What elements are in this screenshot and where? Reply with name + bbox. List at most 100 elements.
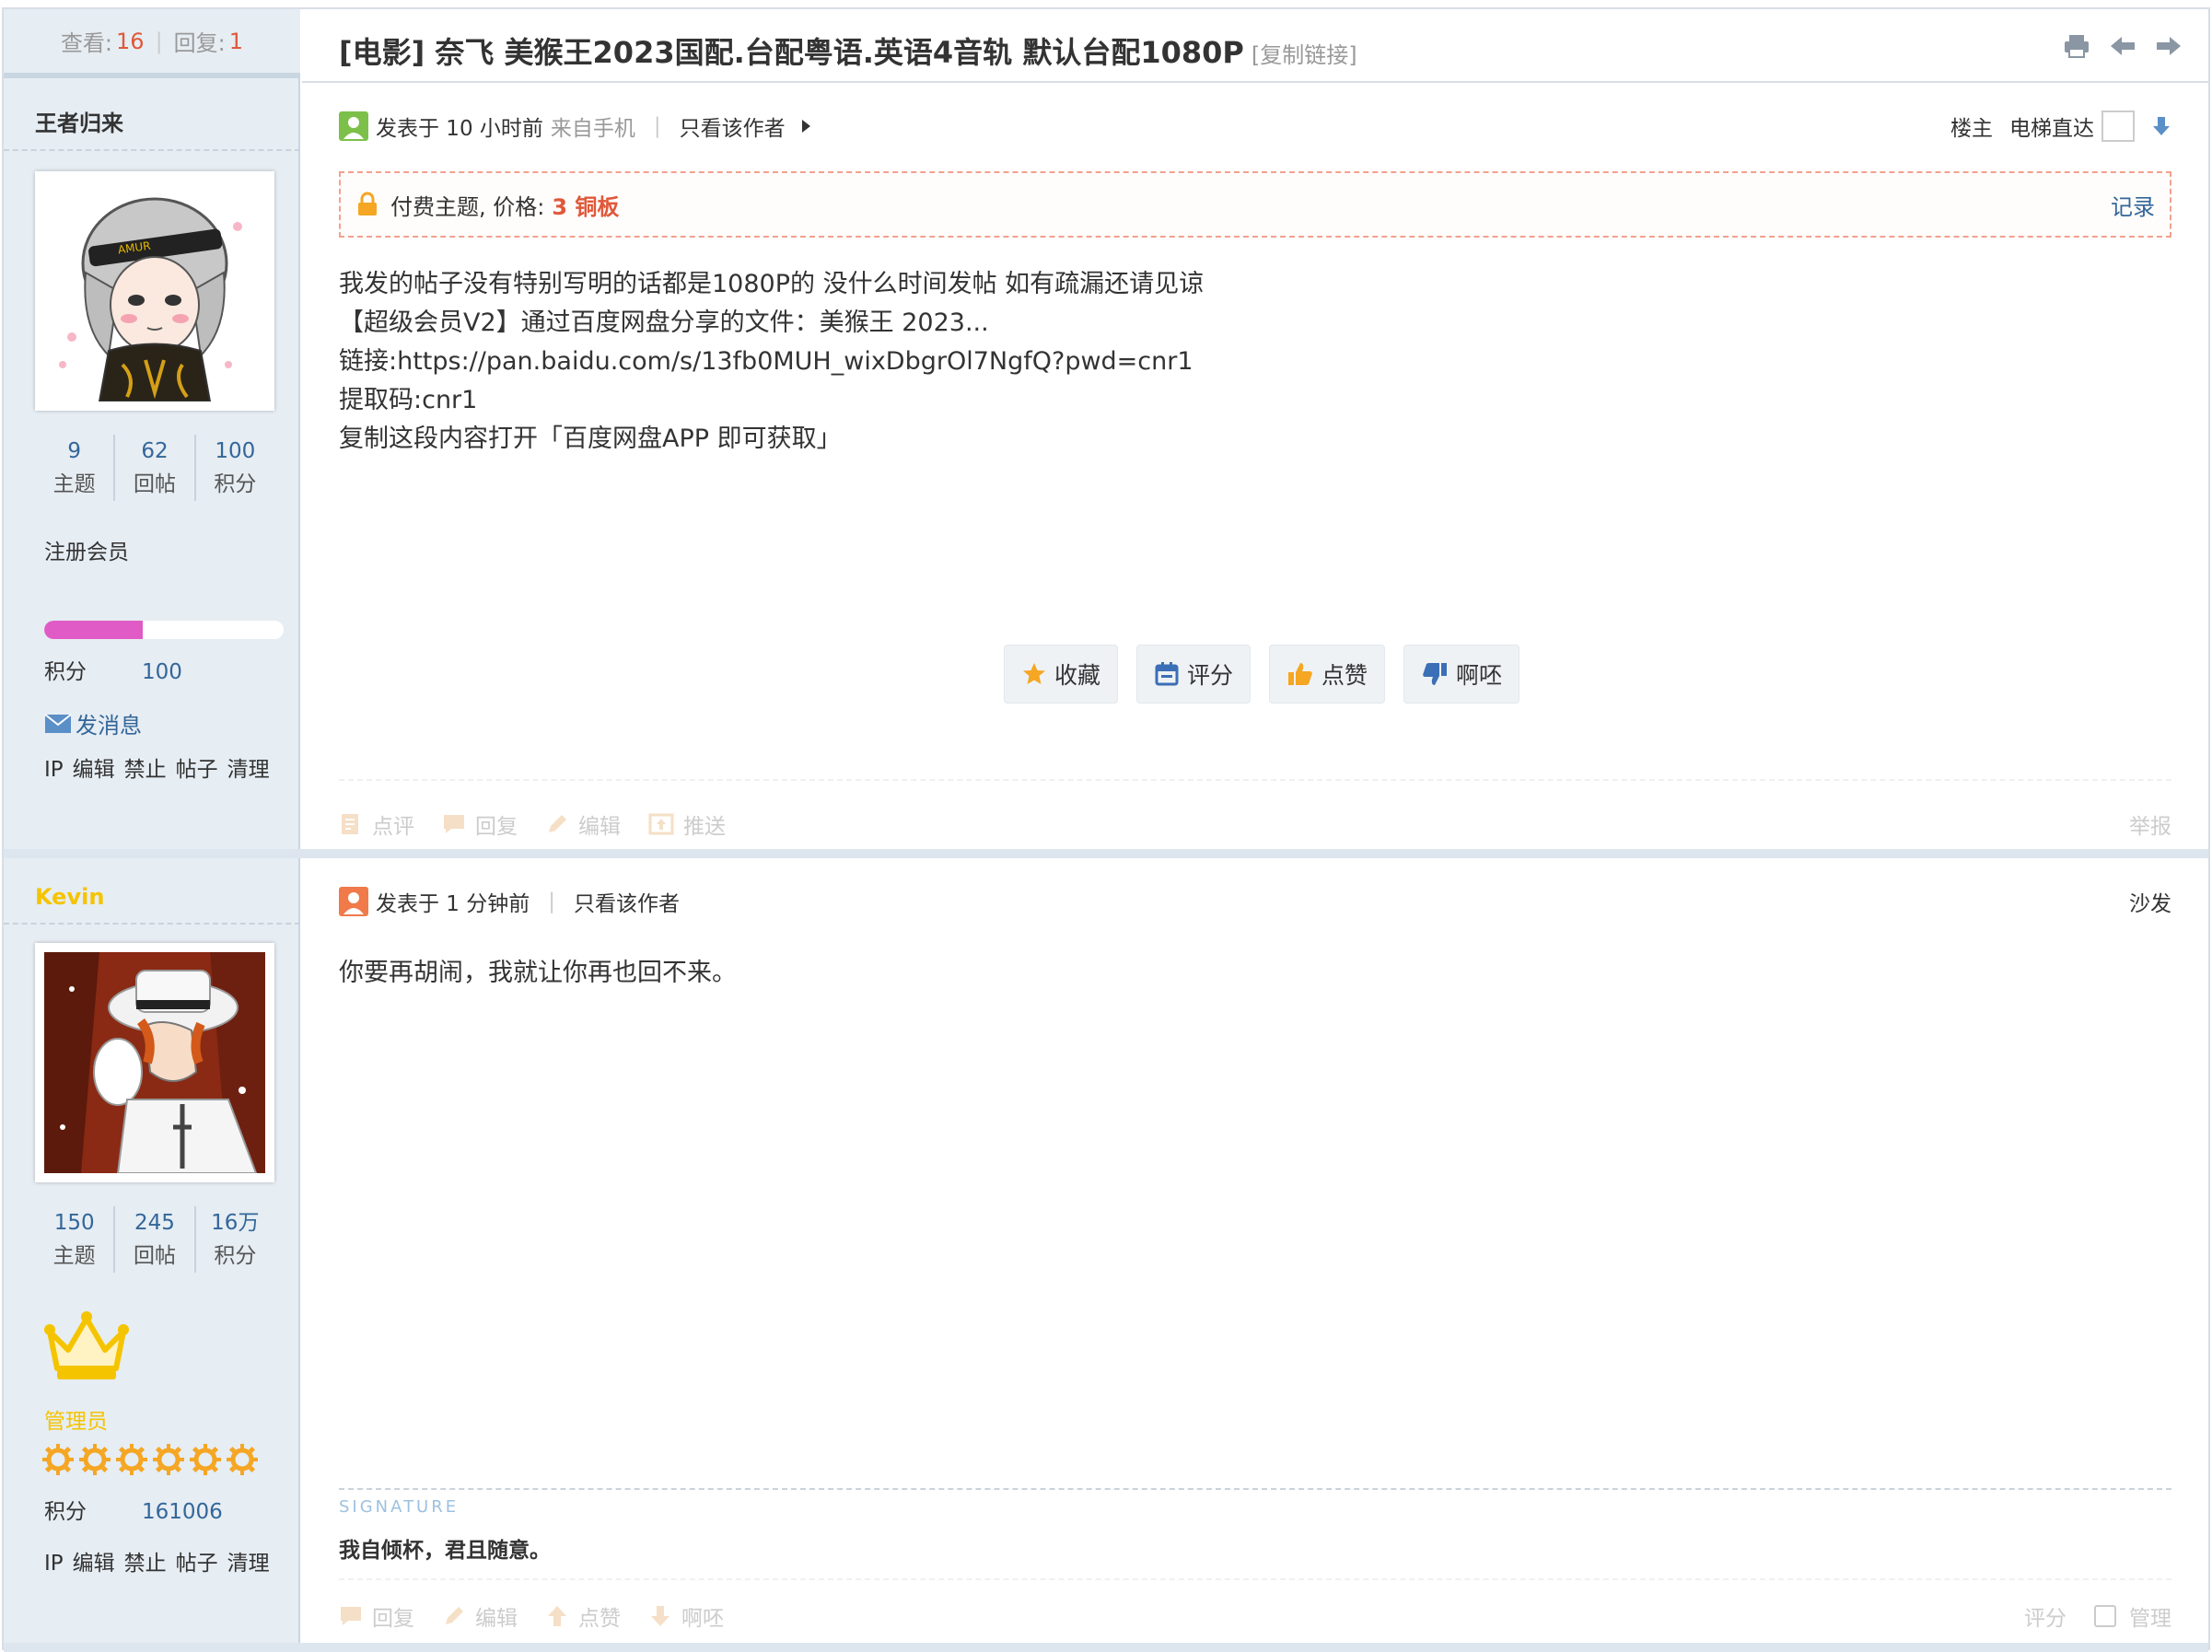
- caret-right-icon[interactable]: [797, 117, 815, 135]
- envelope-icon: [44, 713, 72, 733]
- edit-button[interactable]: 编辑: [442, 1600, 518, 1632]
- post-content-2: 你要再胡闹，我就让你再也回不来。: [339, 954, 2171, 993]
- admin-ip-link[interactable]: IP: [44, 1552, 64, 1576]
- pencil-icon: [446, 1607, 463, 1624]
- stat-value: 100: [215, 439, 256, 463]
- reply-label: 回复: [372, 1607, 414, 1631]
- purchase-record-link[interactable]: 记录: [2111, 189, 2155, 221]
- author-name-1[interactable]: 王者归来: [35, 105, 123, 137]
- arrow-down-icon: [651, 1606, 669, 1626]
- floor-label[interactable]: 沙发: [2129, 886, 2171, 917]
- calendar-icon: [1155, 662, 1179, 686]
- stat-threads[interactable]: 150 主题: [35, 1206, 116, 1273]
- stats-divider: |: [155, 28, 163, 54]
- admin-edit-link[interactable]: 编辑: [73, 758, 115, 782]
- stat-posts[interactable]: 62 回帖: [115, 435, 196, 501]
- stat-posts[interactable]: 245 回帖: [115, 1206, 196, 1273]
- rate-button[interactable]: 评分: [1136, 645, 1252, 704]
- stat-label: 主题: [52, 1244, 96, 1268]
- stat-value: 16万: [211, 1211, 260, 1235]
- score-value: 100: [142, 660, 182, 684]
- score-row-2: 积分 161006: [44, 1494, 223, 1525]
- stat-label: 积分: [214, 472, 257, 496]
- star-rating: [42, 1444, 258, 1475]
- level-progress-bar: [44, 621, 284, 639]
- post-header-1: 发表于 10 小时前 来自手机 | 只看该作者 楼主 电梯直达: [339, 111, 2171, 142]
- stat-label: 回帖: [133, 1244, 176, 1268]
- thumbs-up-icon: [1288, 663, 1312, 685]
- sun-level-icon: [116, 1444, 147, 1475]
- reply-button[interactable]: 回复: [442, 809, 518, 840]
- go-down-arrow-icon[interactable]: [2151, 115, 2171, 137]
- send-message-link[interactable]: 发消息: [44, 707, 142, 739]
- author-name-2[interactable]: Kevin: [35, 884, 104, 910]
- content-link-line: 链接:https://pan.baidu.com/s/13fb0MUH_wixD…: [339, 347, 1193, 376]
- thread-stats: 查看: 16 | 回复: 1: [4, 9, 300, 78]
- avatar-1[interactable]: AMUR: [35, 171, 274, 411]
- signature-divider: [339, 1488, 2171, 1490]
- only-author-link[interactable]: 只看该作者: [680, 111, 786, 142]
- push-label: 推送: [683, 815, 726, 839]
- stat-score[interactable]: 16万 积分: [196, 1206, 274, 1273]
- report-link[interactable]: 举报: [2129, 809, 2171, 840]
- admin-clean-link[interactable]: 清理: [227, 758, 270, 782]
- next-thread-icon[interactable]: [2155, 33, 2183, 59]
- only-author-link[interactable]: 只看该作者: [574, 886, 680, 917]
- dislike-button[interactable]: 啊呸: [1403, 645, 1520, 704]
- edit-label: 编辑: [578, 815, 621, 839]
- post-time: 发表于 10 小时前: [376, 117, 543, 141]
- offline-user-icon: [339, 887, 368, 916]
- author-divider: [4, 923, 300, 925]
- manage-checkbox[interactable]: [2094, 1605, 2116, 1627]
- edit-button[interactable]: 编辑: [545, 809, 621, 840]
- comment-icon: [342, 814, 358, 834]
- user-group-1[interactable]: 注册会员: [44, 534, 129, 565]
- stat-score[interactable]: 100 积分: [196, 435, 274, 501]
- header-divider: |: [548, 890, 556, 913]
- favorite-button[interactable]: 收藏: [1004, 645, 1119, 704]
- admin-ip-link[interactable]: IP: [44, 758, 64, 782]
- header-divider: |: [653, 114, 661, 138]
- reply-button[interactable]: 回复: [339, 1600, 414, 1632]
- footer-divider: [339, 1578, 2171, 1580]
- lock-icon: [358, 192, 377, 215]
- admin-ban-link[interactable]: 禁止: [124, 758, 167, 782]
- content-line: 提取码:cnr1: [339, 386, 478, 414]
- floor-number-input[interactable]: [2101, 111, 2135, 142]
- admin-posts-link[interactable]: 帖子: [176, 1552, 218, 1576]
- sun-level-icon: [153, 1444, 184, 1475]
- like-button[interactable]: 点赞: [1269, 645, 1386, 704]
- title-tools: [2063, 33, 2183, 59]
- dislike-button[interactable]: 啊呸: [648, 1600, 724, 1632]
- post-source[interactable]: 来自手机: [551, 111, 635, 142]
- previous-thread-icon[interactable]: [2109, 33, 2136, 59]
- admin-posts-link[interactable]: 帖子: [176, 758, 218, 782]
- floor-label[interactable]: 楼主: [1950, 111, 1993, 142]
- reply-icon: [341, 1607, 361, 1625]
- online-user-icon: [339, 111, 368, 141]
- post-content-1: 我发的帖子没有特别写明的话都是1080P的 没什么时间发帖 如有疏漏还请见谅 【…: [339, 265, 2171, 459]
- dislike-label: 啊呸: [681, 1607, 724, 1631]
- post-footer-1: 点评 回复 编辑 推送 举报: [339, 809, 2171, 840]
- user-group-2[interactable]: 管理员: [44, 1403, 108, 1435]
- comment-button[interactable]: 点评: [339, 809, 414, 840]
- copy-link-button[interactable]: [复制链接]: [1252, 42, 1357, 68]
- floor-tools: 楼主 电梯直达: [1950, 111, 2171, 142]
- print-icon[interactable]: [2063, 33, 2090, 59]
- push-icon: [648, 813, 674, 835]
- stat-threads[interactable]: 9 主题: [35, 435, 116, 501]
- stat-value: 150: [53, 1211, 95, 1235]
- avatar-2[interactable]: [35, 943, 274, 1182]
- admin-ban-link[interactable]: 禁止: [124, 1552, 167, 1576]
- paid-thread-box: 付费主题, 价格: 3 铜板 记录: [339, 171, 2171, 238]
- elevator-label: 电梯直达: [2009, 117, 2094, 141]
- like-label: 点赞: [1321, 662, 1368, 689]
- rate-link[interactable]: 评分: [2024, 1600, 2066, 1632]
- edit-label: 编辑: [475, 1607, 518, 1631]
- like-button[interactable]: 点赞: [545, 1600, 621, 1632]
- admin-clean-link[interactable]: 清理: [227, 1552, 270, 1576]
- admin-edit-link[interactable]: 编辑: [73, 1552, 115, 1576]
- push-button[interactable]: 推送: [648, 809, 726, 840]
- favorite-label: 收藏: [1054, 662, 1101, 689]
- manage-link[interactable]: 管理: [2129, 1600, 2171, 1632]
